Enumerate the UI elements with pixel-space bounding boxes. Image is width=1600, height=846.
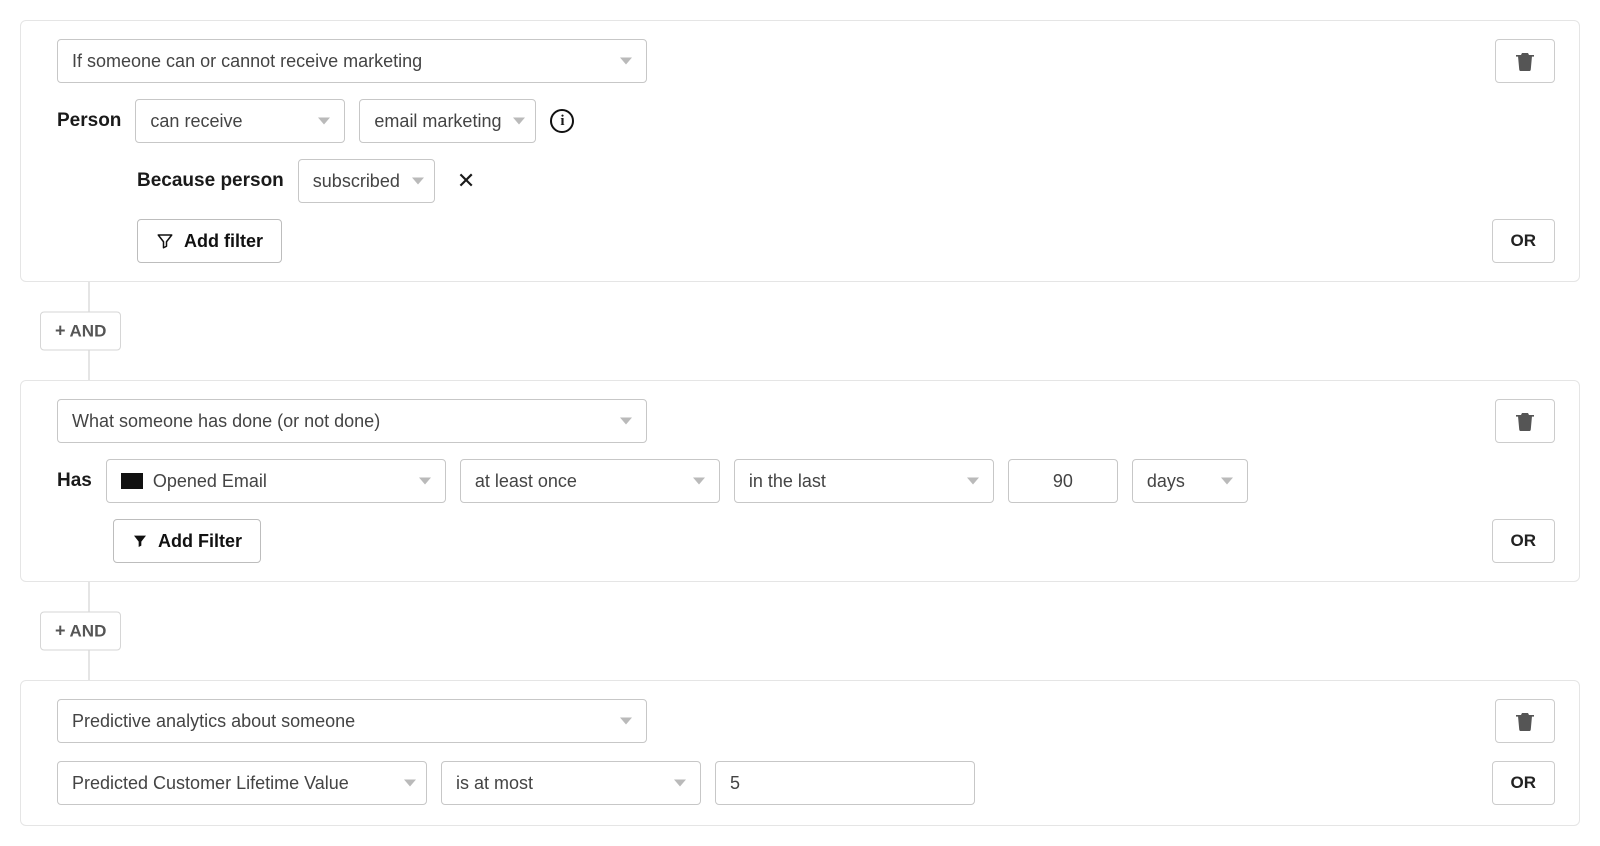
or-button[interactable]: OR (1492, 761, 1556, 805)
chevron-down-icon (513, 118, 525, 125)
subject-label: Has (57, 470, 92, 492)
trash-icon (1516, 411, 1534, 431)
rule-card: If someone can or cannot receive marketi… (20, 20, 1580, 282)
delete-rule-button[interactable] (1495, 699, 1555, 743)
chevron-down-icon (404, 780, 416, 787)
timewindow-value: in the last (749, 471, 826, 492)
plus-icon: + (55, 321, 66, 342)
timewindow-select[interactable]: in the last (734, 459, 994, 503)
rule-type-select[interactable]: What someone has done (or not done) (57, 399, 647, 443)
chevron-down-icon (412, 178, 424, 185)
and-chip[interactable]: + AND (40, 312, 121, 351)
predictive-metric-select[interactable]: Predicted Customer Lifetime Value (57, 761, 427, 805)
can-receive-select[interactable]: can receive (135, 99, 345, 143)
can-receive-value: can receive (150, 111, 242, 132)
rule-card: Predictive analytics about someone Predi… (20, 680, 1580, 826)
delete-rule-button[interactable] (1495, 39, 1555, 83)
subject-label: Person (57, 110, 121, 132)
metric-value: Opened Email (153, 471, 267, 492)
and-label: AND (70, 621, 107, 641)
rule-card: What someone has done (or not done) Has … (20, 380, 1580, 582)
chevron-down-icon (693, 478, 705, 485)
frequency-value: at least once (475, 471, 577, 492)
chevron-down-icon (1221, 478, 1233, 485)
remove-subfilter-button[interactable]: ✕ (449, 164, 483, 198)
or-label: OR (1511, 773, 1537, 793)
add-filter-button[interactable]: Add filter (137, 219, 282, 263)
add-filter-button[interactable]: Add Filter (113, 519, 261, 563)
threshold-input[interactable] (715, 761, 975, 805)
trash-icon (1516, 51, 1534, 71)
channel-value: email marketing (374, 111, 501, 132)
info-icon[interactable]: i (550, 109, 574, 133)
timewindow-unit-select[interactable]: days (1132, 459, 1248, 503)
add-filter-label: Add Filter (158, 531, 242, 552)
channel-select[interactable]: email marketing (359, 99, 536, 143)
connector: + AND (20, 282, 1580, 380)
and-chip[interactable]: + AND (40, 612, 121, 651)
funnel-solid-icon (132, 533, 148, 549)
chevron-down-icon (419, 478, 431, 485)
chevron-down-icon (674, 780, 686, 787)
predictive-metric-value: Predicted Customer Lifetime Value (72, 773, 349, 794)
rule-type-label: What someone has done (or not done) (72, 411, 380, 432)
or-label: OR (1511, 531, 1537, 551)
tag-icon (121, 473, 143, 489)
because-label: Because person (137, 170, 284, 192)
chevron-down-icon (318, 118, 330, 125)
chevron-down-icon (620, 718, 632, 725)
trash-icon (1516, 711, 1534, 731)
reason-value: subscribed (313, 171, 400, 192)
operator-value: is at most (456, 773, 533, 794)
add-filter-label: Add filter (184, 231, 263, 252)
timewindow-value-input[interactable] (1008, 459, 1118, 503)
rule-type-label: Predictive analytics about someone (72, 711, 355, 732)
funnel-outline-icon (156, 232, 174, 250)
chevron-down-icon (620, 58, 632, 65)
rule-type-select[interactable]: Predictive analytics about someone (57, 699, 647, 743)
rule-type-label: If someone can or cannot receive marketi… (72, 51, 422, 72)
metric-select[interactable]: Opened Email (106, 459, 446, 503)
delete-rule-button[interactable] (1495, 399, 1555, 443)
or-label: OR (1511, 231, 1537, 251)
or-button[interactable]: OR (1492, 519, 1556, 563)
connector: + AND (20, 582, 1580, 680)
plus-icon: + (55, 621, 66, 642)
timewindow-unit-value: days (1147, 471, 1185, 492)
and-label: AND (70, 321, 107, 341)
rule-type-select[interactable]: If someone can or cannot receive marketi… (57, 39, 647, 83)
reason-select[interactable]: subscribed (298, 159, 435, 203)
frequency-select[interactable]: at least once (460, 459, 720, 503)
operator-select[interactable]: is at most (441, 761, 701, 805)
chevron-down-icon (620, 418, 632, 425)
chevron-down-icon (967, 478, 979, 485)
or-button[interactable]: OR (1492, 219, 1556, 263)
